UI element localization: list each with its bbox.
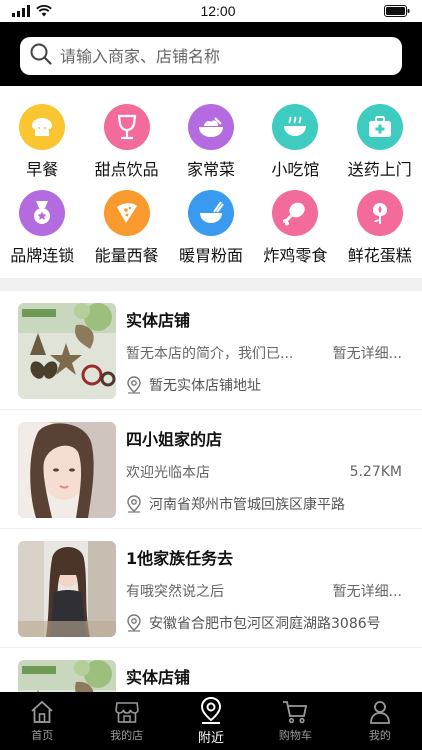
medal-icon [19, 190, 66, 236]
category-label: 炸鸡零食 [263, 246, 328, 265]
tab-label: 购物车 [278, 728, 312, 742]
category-desserts-drinks[interactable]: 甜点饮品 [84, 104, 168, 180]
section-divider [0, 278, 422, 291]
store-description: 欢迎光临本店 [126, 465, 210, 481]
tab-label: 附近 [198, 731, 225, 746]
pizza-icon [103, 190, 150, 236]
category-label: 小吃馆 [271, 160, 320, 179]
salad-bowl-icon [187, 104, 234, 150]
location-pin-icon [201, 696, 222, 724]
tab-label: 我的店 [110, 728, 144, 742]
location-pin-icon [127, 614, 141, 632]
store-desc-row: 暂无本店的简介，我们已... 暂无详细... [126, 343, 402, 363]
tab-label: 我的 [368, 728, 391, 742]
hot-bowl-icon [272, 104, 319, 150]
tab-cart[interactable]: 购物车 [253, 692, 337, 750]
category-medicine-delivery[interactable]: 送药上门 [338, 104, 422, 180]
location-pin-icon [127, 495, 141, 513]
store-list: 实体店铺 暂无本店的简介，我们已... 暂无详细... 暂无实体店铺地址 四小姐… [0, 291, 422, 750]
store-info: 1他家族任务去 有哦突然说之后 暂无详细... 安徽省合肥市包河区洞庭湖路308… [126, 541, 402, 635]
store-address: 暂无实体店铺地址 [149, 378, 261, 394]
category-snack-shop[interactable]: 小吃馆 [253, 104, 337, 180]
category-flowers-cakes[interactable]: 鲜花蛋糕 [338, 190, 422, 266]
store-item[interactable]: 四小姐家的店 欢迎光临本店 5.27KM 河南省郑州市管城回族区康平路 [0, 410, 422, 529]
category-label: 暖胃粉面 [178, 246, 243, 265]
store-thumbnail [18, 303, 116, 399]
battery-icon [383, 5, 410, 17]
home-icon [31, 700, 53, 723]
store-address: 安徽省合肥市包河区洞庭湖路3086号 [149, 616, 381, 632]
store-distance: 暂无详细... [332, 584, 402, 600]
tab-label: 首页 [31, 728, 54, 742]
search-box[interactable] [20, 37, 402, 75]
store-distance: 暂无详细... [332, 346, 402, 362]
category-label: 早餐 [26, 160, 59, 179]
wifi-icon [36, 5, 52, 17]
store-desc-row: 欢迎光临本店 5.27KM [126, 462, 402, 482]
store-distance: 5.27KM [349, 464, 402, 480]
category-label: 能量西餐 [94, 246, 159, 265]
category-home-cooking[interactable]: 家常菜 [169, 104, 253, 180]
noodle-bowl-icon [187, 190, 234, 236]
bottom-tab-bar: 首页 我的店 附近 购物车 我的 [0, 692, 422, 750]
tab-nearby[interactable]: 附近 [169, 692, 253, 750]
store-thumbnail [18, 422, 116, 518]
user-icon [369, 700, 390, 724]
category-label: 品牌连锁 [10, 246, 75, 265]
category-brand-chain[interactable]: 品牌连锁 [0, 190, 84, 266]
store-item[interactable]: 1他家族任务去 有哦突然说之后 暂无详细... 安徽省合肥市包河区洞庭湖路308… [0, 529, 422, 648]
status-left [12, 5, 52, 17]
store-thumbnail [18, 541, 116, 637]
category-fried-chicken[interactable]: 炸鸡零食 [253, 190, 337, 266]
tab-my-store[interactable]: 我的店 [84, 692, 168, 750]
signal-icon [12, 5, 30, 17]
drink-glass-icon [103, 104, 150, 150]
category-label: 鲜花蛋糕 [347, 246, 412, 265]
store-name: 实体店铺 [126, 311, 191, 330]
store-icon [114, 701, 139, 723]
category-label: 送药上门 [347, 160, 412, 179]
category-noodles[interactable]: 暖胃粉面 [169, 190, 253, 266]
tab-mine[interactable]: 我的 [338, 692, 422, 750]
bread-icon [19, 104, 66, 150]
tab-home[interactable]: 首页 [0, 692, 84, 750]
status-bar: 12:00 [0, 0, 422, 22]
medical-kit-icon [356, 104, 403, 150]
chicken-leg-icon [272, 190, 319, 236]
category-label: 甜点饮品 [94, 160, 159, 179]
store-item[interactable]: 实体店铺 暂无本店的简介，我们已... 暂无详细... 暂无实体店铺地址 [0, 291, 422, 410]
flower-icon [356, 190, 403, 236]
store-name: 实体店铺 [126, 668, 191, 687]
store-address-row: 暂无实体店铺地址 [126, 375, 402, 395]
store-address-row: 河南省郑州市管城回族区康平路 [126, 494, 402, 514]
store-desc-row: 有哦突然说之后 暂无详细... [126, 581, 402, 601]
store-info: 实体店铺 暂无本店的简介，我们已... 暂无详细... 暂无实体店铺地址 [126, 303, 402, 397]
search-icon[interactable] [30, 43, 52, 69]
store-address: 河南省郑州市管城回族区康平路 [149, 497, 345, 513]
store-name: 四小姐家的店 [126, 430, 223, 449]
store-info: 四小姐家的店 欢迎光临本店 5.27KM 河南省郑州市管城回族区康平路 [126, 422, 402, 516]
cart-icon [283, 700, 308, 723]
category-western-food[interactable]: 能量西餐 [84, 190, 168, 266]
store-description: 暂无本店的简介，我们已... [126, 346, 294, 362]
header [0, 22, 422, 86]
store-description: 有哦突然说之后 [126, 584, 224, 600]
store-name: 1他家族任务去 [126, 549, 234, 568]
location-pin-icon [127, 376, 141, 394]
category-grid: 早餐 甜点饮品 家常菜 小吃馆 送药上门 品牌连锁 能量西餐 暖胃粉面 炸鸡零食… [0, 86, 422, 278]
store-address-row: 安徽省合肥市包河区洞庭湖路3086号 [126, 613, 402, 633]
status-time: 12:00 [200, 3, 236, 19]
category-label: 家常菜 [186, 160, 235, 179]
search-input[interactable] [60, 46, 392, 66]
category-breakfast[interactable]: 早餐 [0, 104, 84, 180]
